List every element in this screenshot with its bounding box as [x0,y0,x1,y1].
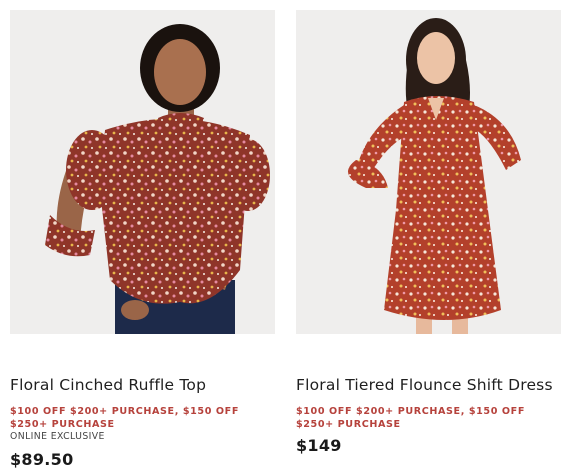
product-image[interactable] [10,10,275,334]
product-image[interactable] [296,10,561,334]
online-exclusive-badge: ONLINE EXCLUSIVE [10,431,105,442]
product-price: $149 [296,436,342,455]
product-price: $89.50 [10,450,74,469]
product-name[interactable]: Floral Cinched Ruffle Top [10,376,206,394]
promo-text: $100 OFF $200+ PURCHASE, $150 OFF $250+ … [10,406,239,430]
product-name[interactable]: Floral Tiered Flounce Shift Dress [296,376,553,394]
promo-text: $100 OFF $200+ PURCHASE, $150 OFF $250+ … [296,406,525,430]
